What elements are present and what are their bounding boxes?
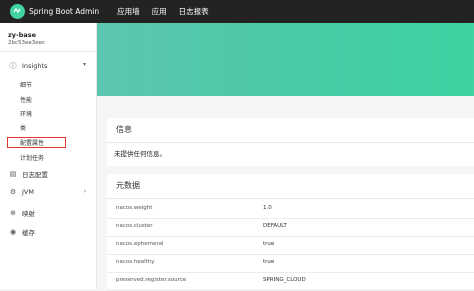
instance-name: zy-base [8, 31, 37, 39]
file-icon: ▤ [9, 170, 17, 178]
cog-icon: ⚙ [9, 188, 17, 196]
brand-title: Spring Boot Admin [29, 7, 100, 16]
database-icon: ◉ [9, 228, 17, 236]
info-circle-icon: ⓘ [9, 62, 17, 70]
sidebar-item-beans[interactable]: 类 [20, 123, 26, 132]
metadata-value: SPRING_CLOUD [263, 277, 306, 283]
table-row: preserved.register.source SPRING_CLOUD [107, 272, 474, 291]
chevron-right-icon[interactable]: › [84, 188, 86, 195]
metadata-value: true [263, 241, 275, 247]
metadata-value: 1.0 [263, 205, 272, 211]
header-banner [97, 23, 474, 96]
sidebar-item-label: 映射 [22, 210, 35, 218]
sidebar-item-environment[interactable]: 环境 [20, 109, 32, 118]
table-row: nacos.cluster DEFAULT [107, 218, 474, 237]
divider [107, 198, 474, 199]
metadata-value: DEFAULT [263, 223, 287, 229]
sidebar-item-label: 缓存 [22, 229, 35, 237]
nav-applications[interactable]: 应用 [152, 6, 167, 17]
sidebar-item-details[interactable]: 细节 [20, 80, 32, 89]
sidebar-item-label: Insights [22, 62, 48, 70]
globe-icon: ⊕ [10, 209, 16, 217]
chevron-down-icon[interactable]: ▾ [83, 61, 86, 68]
metadata-card-title: 元数据 [116, 181, 140, 190]
table-row: nacos.weight 1.0 [107, 200, 474, 219]
metadata-card: 元数据 nacos.weight 1.0 nacos.cluster DEFAU… [107, 174, 474, 291]
divider [0, 51, 96, 52]
sidebar-item-jvm[interactable]: ⚙ JVM [8, 188, 34, 196]
instance-id: 2bc53ee3eec [8, 40, 46, 46]
sidebar-item-insights[interactable]: ⓘ Insights [8, 61, 48, 71]
spring-boot-admin-logo-icon [10, 4, 25, 19]
table-row: nacos.ephemeral true [107, 236, 474, 255]
sidebar-item-mappings[interactable]: ⊕ 映射 [8, 208, 35, 218]
sidebar-item-loggers[interactable]: ▤ 日志配置 [8, 169, 48, 179]
info-card-body: 未提供任何信息。 [114, 150, 166, 158]
brand[interactable]: Spring Boot Admin [10, 4, 99, 19]
sidebar-item-label: 日志配置 [22, 171, 48, 179]
metadata-value: true [263, 259, 275, 265]
metadata-key: preserved.register.source [116, 277, 187, 283]
sidebar-item-metrics[interactable]: 性能 [20, 95, 32, 104]
sidebar-item-caches[interactable]: ◉ 缓存 [8, 227, 35, 237]
highlight-annotation [7, 137, 66, 148]
info-card: 信息 未提供任何信息。 [107, 118, 474, 166]
top-navbar: Spring Boot Admin 应用墙 应用 日志报表 [0, 0, 474, 23]
metadata-key: nacos.cluster [116, 223, 153, 229]
metadata-key: nacos.ephemeral [116, 241, 164, 247]
table-row: nacos.healthy true [107, 254, 474, 273]
metadata-key: nacos.weight [116, 205, 153, 211]
metadata-key: nacos.healthy [116, 259, 155, 265]
sidebar-item-label: JVM [22, 188, 34, 196]
nav-app-wall[interactable]: 应用墙 [117, 6, 140, 17]
sidebar-item-scheduled-tasks[interactable]: 计划任务 [20, 153, 44, 162]
info-card-title: 信息 [116, 125, 132, 134]
sidebar: zy-base 2bc53ee3eec ⓘ Insights ▾ 细节 性能 环… [0, 23, 97, 289]
nav-log-reports[interactable]: 日志报表 [179, 6, 209, 17]
